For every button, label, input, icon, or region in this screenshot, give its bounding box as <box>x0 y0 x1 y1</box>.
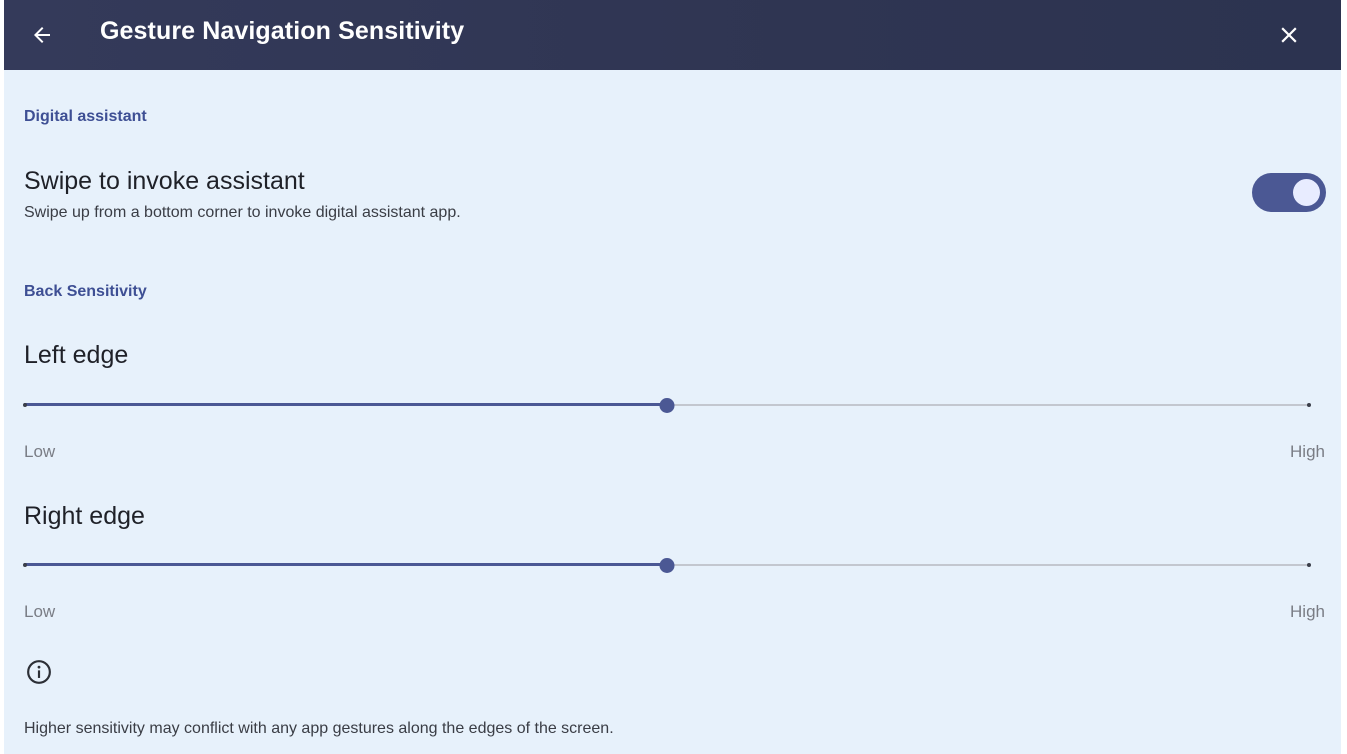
sensitivity-info-note: Higher sensitivity may conflict with any… <box>24 720 614 737</box>
info-icon <box>27 660 51 684</box>
settings-window: Gesture Navigation Sensitivity Digital a… <box>4 0 1341 754</box>
swipe-assistant-toggle[interactable] <box>1252 173 1326 212</box>
left-edge-title: Left edge <box>24 341 129 369</box>
right-edge-high-label: High <box>1290 602 1325 621</box>
swipe-assistant-subtitle: Swipe up from a bottom corner to invoke … <box>24 204 461 221</box>
slider-tick-end <box>1307 403 1311 407</box>
arrow-left-icon <box>34 27 50 43</box>
slider-thumb[interactable] <box>659 558 675 573</box>
right-edge-title: Right edge <box>24 502 145 530</box>
left-edge-high-label: High <box>1290 442 1325 461</box>
swipe-assistant-title: Swipe to invoke assistant <box>24 167 305 195</box>
section-header-digital-assistant: Digital assistant <box>24 108 147 125</box>
slider-active-track <box>24 563 667 566</box>
right-edge-slider[interactable] <box>23 555 1311 575</box>
close-icon <box>1281 27 1297 43</box>
slider-thumb[interactable] <box>659 398 675 413</box>
slider-tick-end <box>1307 563 1311 567</box>
section-header-back-sensitivity: Back Sensitivity <box>24 283 147 300</box>
right-edge-low-label: Low <box>24 602 56 621</box>
page-title: Gesture Navigation Sensitivity <box>100 17 465 45</box>
slider-tick-start <box>23 563 27 567</box>
left-edge-low-label: Low <box>24 442 56 461</box>
close-button[interactable] <box>1269 15 1309 55</box>
slider-active-track <box>24 403 667 406</box>
toggle-knob <box>1293 179 1320 206</box>
app-bar: Gesture Navigation Sensitivity <box>4 0 1341 70</box>
left-edge-slider[interactable] <box>23 395 1311 415</box>
slider-tick-start <box>23 403 27 407</box>
back-button[interactable] <box>22 15 62 55</box>
